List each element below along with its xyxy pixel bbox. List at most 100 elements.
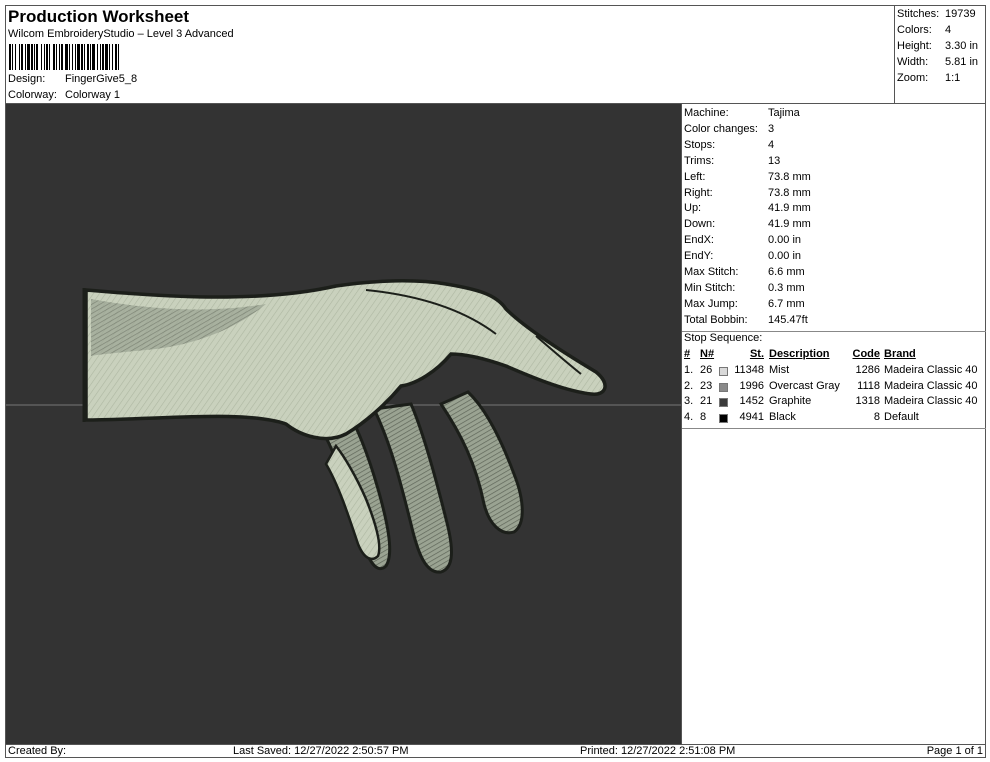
cell-brand: Default: [884, 411, 919, 424]
cell-code: 1318: [855, 395, 880, 408]
stat-label: Width:: [897, 56, 929, 68]
thread-color-swatch: [719, 414, 728, 424]
embroidery-hand-image: [6, 279, 681, 574]
cell-description: Mist: [769, 363, 790, 376]
stat-label: Height:: [897, 40, 932, 52]
software-subtitle: Wilcom EmbroideryStudio – Level 3 Advanc…: [8, 28, 234, 40]
property-label: Min Stitch:: [684, 281, 736, 294]
property-value: 0.3 mm: [768, 281, 805, 294]
property-row: EndX: 0.00 in: [684, 234, 801, 246]
cell-st: 1452: [739, 395, 764, 408]
property-label: EndX:: [684, 234, 714, 247]
thread-color-swatch: [719, 398, 728, 408]
stat-value: 4: [945, 24, 952, 36]
cell-st: 4941: [739, 411, 764, 424]
property-label: Left:: [684, 170, 706, 183]
cell-n: 23: [700, 379, 713, 392]
property-row: Left: 73.8 mm: [684, 171, 811, 183]
page-title: Production Worksheet: [8, 7, 190, 26]
properties-panel: Machine: Tajima Color changes: 3 Stops: 4 Trim…: [682, 104, 986, 744]
stat-value: 19739: [945, 8, 976, 20]
header-panel: Production Worksheet Wilcom EmbroiderySt…: [6, 6, 895, 104]
cell-num: 4.: [684, 411, 694, 424]
design-preview-canvas: [6, 104, 682, 744]
property-label: EndY:: [684, 250, 714, 263]
stat-label: Zoom:: [897, 72, 929, 84]
page-number: Page 1 of 1: [926, 745, 983, 757]
property-value: 6.7 mm: [768, 297, 805, 310]
stop-sequence-title: Stop Sequence:: [684, 331, 763, 344]
property-value: 6.6 mm: [768, 266, 805, 278]
cell-code: 8: [873, 411, 880, 424]
design-row: Design: FingerGive5_8: [8, 73, 137, 85]
stat-value: 3.30 in: [945, 40, 979, 52]
property-value: Tajima: [768, 107, 800, 119]
property-label: Total Bobbin:: [684, 313, 748, 326]
property-row: Up: 41.9 mm: [684, 202, 811, 214]
finger-index: [438, 390, 524, 535]
property-label: Color changes:: [684, 122, 758, 135]
stat-value: 1:1: [945, 72, 961, 84]
property-value: 3: [768, 122, 775, 135]
property-value: 41.9 mm: [768, 218, 811, 231]
stat-height: Height: 3.30 in: [897, 40, 978, 52]
column-header-description: Description: [769, 347, 830, 360]
property-value: 4: [768, 138, 775, 151]
property-label: Down:: [684, 218, 716, 231]
property-row: Min Stitch: 0.3 mm: [684, 282, 805, 294]
property-value: 13: [768, 154, 781, 167]
last-saved-text: Last Saved: 12/27/2022 2:50:57 PM: [233, 745, 409, 757]
property-label: Max Stitch:: [684, 266, 739, 278]
cell-brand: Madeira Classic 40: [884, 363, 978, 376]
worksheet-frame: Production Worksheet Wilcom EmbroiderySt…: [5, 5, 986, 758]
property-label: Max Jump:: [684, 297, 738, 310]
property-label: Up:: [684, 202, 702, 215]
cell-description: Black: [769, 411, 796, 424]
cell-brand: Madeira Classic 40: [884, 379, 978, 392]
cell-n: 26: [700, 363, 713, 376]
stat-stitches: Stitches: 19739: [897, 8, 976, 20]
property-label: Stops:: [684, 138, 716, 151]
property-label: Right:: [684, 186, 713, 199]
footer-bar: Created By: Last Saved: 12/27/2022 2:50:…: [6, 744, 986, 759]
thread-color-swatch: [719, 366, 728, 376]
hand-palm: [84, 279, 607, 441]
stats-panel: Stitches: 19739 Colors: 4 Height: 3.30 in W…: [895, 6, 986, 104]
cell-description: Overcast Gray: [769, 379, 840, 392]
colorway-label: Colorway:: [8, 89, 57, 101]
property-row: Down: 41.9 mm: [684, 218, 811, 230]
stat-label: Stitches:: [897, 8, 940, 20]
property-row: Trims: 13: [684, 155, 780, 167]
colorway-value: Colorway 1: [65, 89, 121, 101]
property-row: Max Stitch: 6.6 mm: [684, 266, 805, 278]
cell-st: 1996: [739, 379, 764, 392]
property-row: Stops: 4: [684, 139, 774, 151]
property-value: 73.8 mm: [768, 170, 811, 183]
cell-num: 1.: [684, 363, 694, 376]
cell-code: 1286: [855, 363, 880, 376]
property-value: 0.00 in: [768, 250, 802, 263]
property-row: Machine: Tajima: [684, 107, 800, 119]
cell-st: 11348: [734, 363, 764, 376]
stat-label: Colors:: [897, 24, 932, 36]
cell-num: 3.: [684, 395, 694, 408]
column-header-code: Code: [852, 347, 881, 360]
colorway-row: Colorway: Colorway 1: [8, 89, 120, 101]
property-row: Right: 73.8 mm: [684, 187, 811, 199]
column-header-st: St.: [749, 347, 764, 360]
property-value: 73.8 mm: [768, 186, 811, 199]
section-divider: [682, 428, 986, 430]
stat-zoom: Zoom: 1:1: [897, 72, 960, 84]
stat-colors: Colors: 4: [897, 24, 951, 36]
barcode-image: [9, 44, 119, 70]
property-label: Machine:: [684, 107, 729, 119]
design-label: Design:: [8, 73, 46, 85]
cell-n: 8: [700, 411, 707, 424]
thread-color-swatch: [719, 382, 728, 392]
property-row: EndY: 0.00 in: [684, 250, 801, 262]
property-value: 41.9 mm: [768, 202, 811, 215]
column-header-brand: Brand: [884, 347, 916, 360]
stat-width: Width: 5.81 in: [897, 56, 978, 68]
cell-num: 2.: [684, 379, 694, 392]
property-row: Total Bobbin: 145.47ft: [684, 314, 808, 326]
